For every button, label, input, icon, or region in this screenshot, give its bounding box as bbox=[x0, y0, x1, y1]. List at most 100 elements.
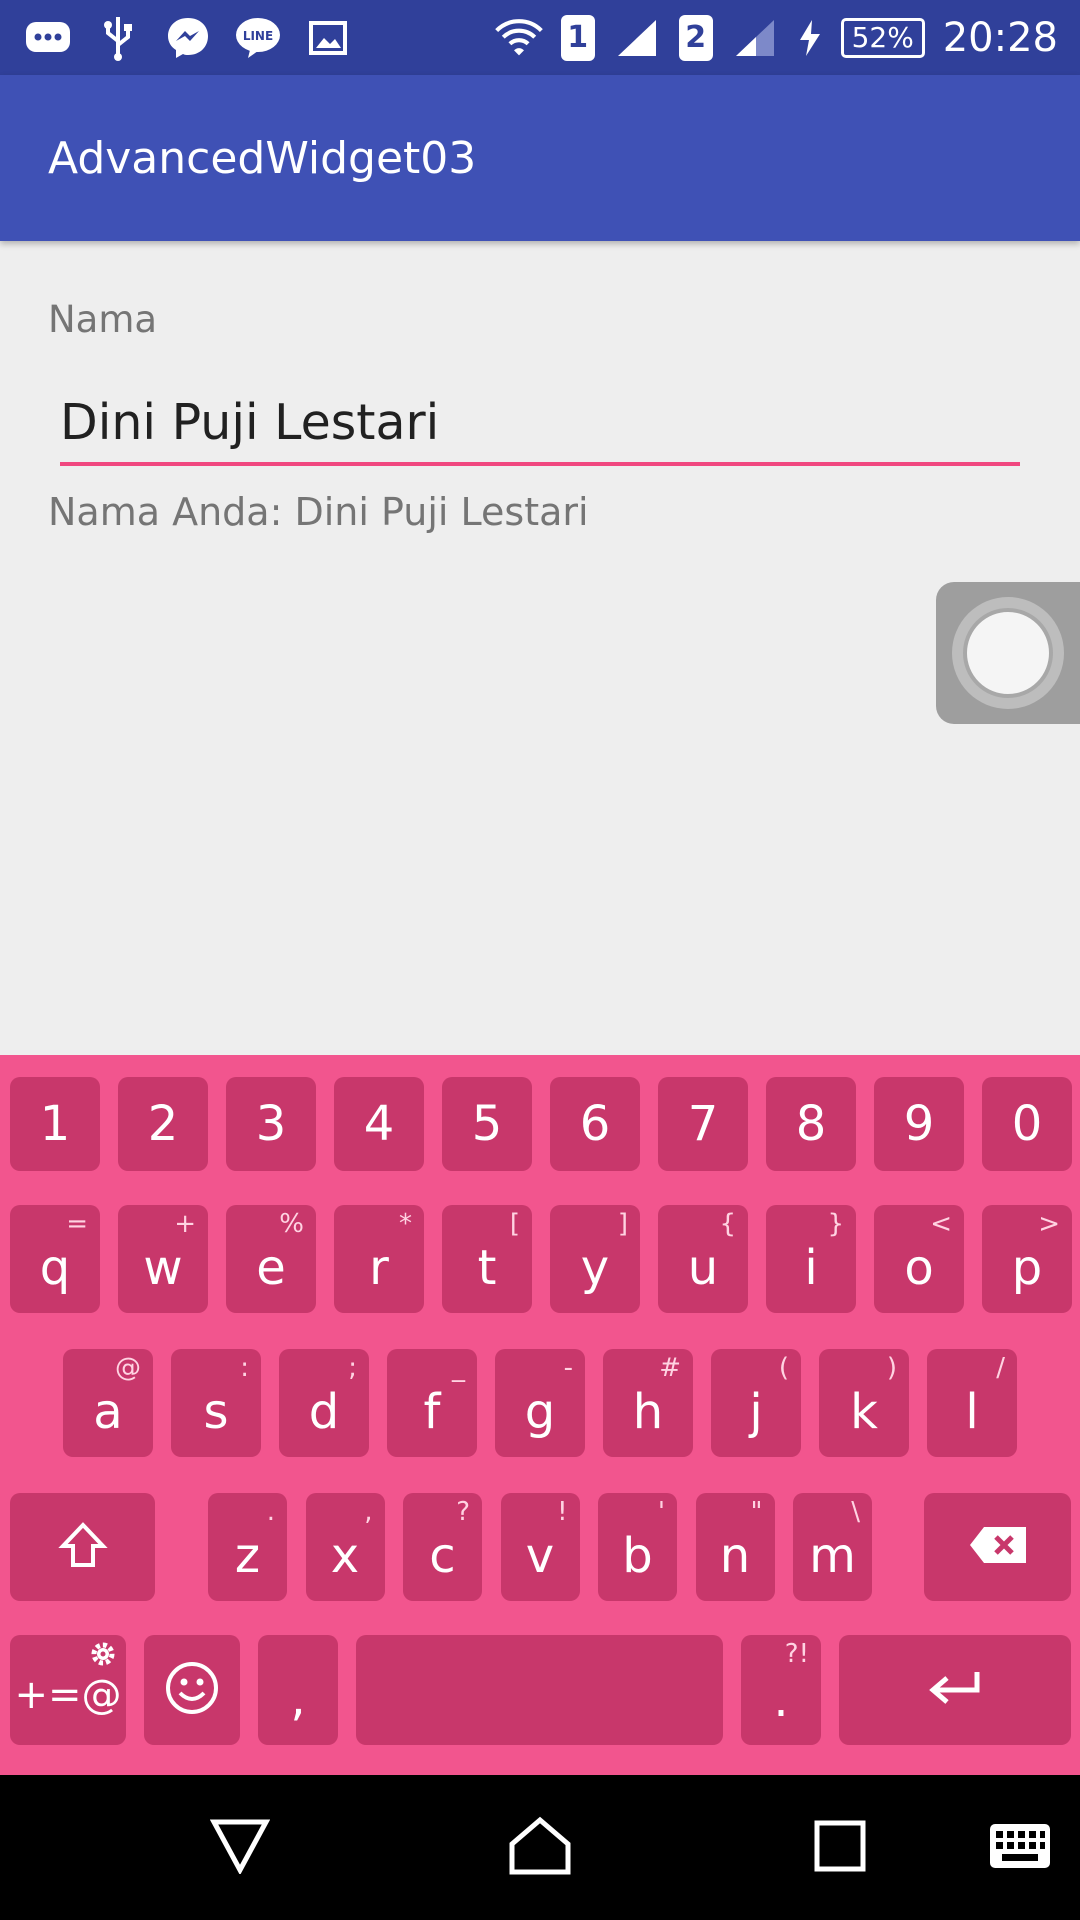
svg-text:LINE: LINE bbox=[243, 29, 273, 43]
keyboard-icon bbox=[988, 1822, 1052, 1874]
enter-key[interactable] bbox=[839, 1635, 1071, 1745]
assistive-touch-button[interactable] bbox=[936, 582, 1080, 724]
key-i[interactable]: } i bbox=[766, 1205, 856, 1313]
key-9-label: 9 bbox=[903, 1096, 935, 1152]
key-c-label: c bbox=[429, 1528, 456, 1584]
key-h[interactable]: # h bbox=[603, 1349, 693, 1457]
key-z-label: z bbox=[234, 1528, 261, 1584]
key-3[interactable]: 3 bbox=[226, 1077, 316, 1171]
key-b-label: b bbox=[622, 1528, 653, 1584]
key-1[interactable]: 1 bbox=[10, 1077, 100, 1171]
key-4[interactable]: 4 bbox=[334, 1077, 424, 1171]
usb-icon bbox=[94, 14, 142, 62]
shift-icon bbox=[57, 1520, 108, 1574]
navigation-bar bbox=[0, 1775, 1080, 1920]
keyboard-switch-button[interactable] bbox=[960, 1775, 1080, 1920]
key-l-hint: / bbox=[996, 1353, 1005, 1383]
key-p[interactable]: > p bbox=[982, 1205, 1072, 1313]
key-b-hint: ' bbox=[657, 1497, 665, 1527]
key-m-label: m bbox=[809, 1528, 856, 1584]
key-d[interactable]: ; d bbox=[279, 1349, 369, 1457]
signal-weak-icon bbox=[731, 14, 779, 62]
key-j[interactable]: (j bbox=[711, 1349, 801, 1457]
key-x-label: x bbox=[330, 1528, 360, 1584]
key-g-hint: - bbox=[563, 1353, 573, 1383]
key-v[interactable]: ! v bbox=[500, 1493, 580, 1601]
key-u-hint: { bbox=[719, 1209, 736, 1239]
enter-icon bbox=[925, 1668, 985, 1712]
key-w[interactable]: + w bbox=[118, 1205, 208, 1313]
key-p-hint: > bbox=[1038, 1209, 1060, 1239]
key-8-label: 8 bbox=[795, 1096, 827, 1152]
key-r-label: r bbox=[369, 1240, 389, 1296]
emoji-key[interactable] bbox=[144, 1635, 240, 1745]
key-q[interactable]: = q bbox=[10, 1205, 100, 1313]
key-w-hint: + bbox=[174, 1209, 196, 1239]
emoji-icon bbox=[164, 1660, 220, 1720]
shift-key[interactable] bbox=[10, 1493, 155, 1601]
key-r[interactable]: * r bbox=[334, 1205, 424, 1313]
image-icon bbox=[304, 14, 352, 62]
home-icon bbox=[508, 1816, 572, 1880]
key-o[interactable]: < o bbox=[874, 1205, 964, 1313]
chat-bubble-icon bbox=[24, 14, 72, 62]
key-t[interactable]: [t bbox=[442, 1205, 532, 1313]
key-t-label: t bbox=[477, 1240, 497, 1296]
charging-icon bbox=[797, 14, 823, 62]
key-y[interactable]: ] y bbox=[550, 1205, 640, 1313]
name-output-text: Nama Anda: Dini Puji Lestari bbox=[48, 490, 589, 534]
key-i-label: i bbox=[804, 1240, 818, 1296]
key-n[interactable]: " n bbox=[695, 1493, 775, 1601]
key-q-hint: = bbox=[66, 1209, 88, 1239]
key-a[interactable]: @ a bbox=[63, 1349, 153, 1457]
key-m[interactable]: \ m bbox=[793, 1493, 872, 1601]
status-indicators: 1 2 52% 20:28 bbox=[494, 0, 1058, 75]
key-l[interactable]: / l bbox=[927, 1349, 1017, 1457]
key-8[interactable]: 8 bbox=[766, 1077, 856, 1171]
recents-button[interactable] bbox=[780, 1775, 900, 1920]
key-z[interactable]: .z bbox=[208, 1493, 287, 1601]
comma-key[interactable]: , bbox=[258, 1635, 338, 1745]
battery-indicator: 52% bbox=[840, 17, 925, 58]
key-e-hint: % bbox=[279, 1209, 304, 1239]
key-g[interactable]: -g bbox=[495, 1349, 585, 1457]
settings-gear-icon bbox=[88, 1639, 118, 1673]
back-button[interactable] bbox=[180, 1775, 300, 1920]
key-0[interactable]: 0 bbox=[982, 1077, 1072, 1171]
period-key[interactable]: ?! . bbox=[741, 1635, 821, 1745]
key-7[interactable]: 7 bbox=[658, 1077, 748, 1171]
key-7-label: 7 bbox=[687, 1096, 719, 1152]
key-2[interactable]: 2 bbox=[118, 1077, 208, 1171]
line-icon: LINE bbox=[234, 14, 282, 62]
key-a-hint: @ bbox=[115, 1353, 141, 1383]
key-k[interactable]: ) k bbox=[819, 1349, 909, 1457]
space-key[interactable] bbox=[356, 1635, 723, 1745]
key-o-label: o bbox=[904, 1240, 934, 1296]
key-s[interactable]: :s bbox=[171, 1349, 261, 1457]
key-r-hint: * bbox=[399, 1209, 412, 1239]
home-button[interactable] bbox=[480, 1775, 600, 1920]
key-x[interactable]: ,x bbox=[305, 1493, 385, 1601]
name-input[interactable] bbox=[60, 382, 1020, 466]
backspace-key[interactable] bbox=[924, 1493, 1071, 1601]
backspace-icon bbox=[968, 1525, 1028, 1569]
key-v-hint: ! bbox=[557, 1497, 568, 1527]
key-b[interactable]: ' b bbox=[598, 1493, 677, 1601]
key-e[interactable]: % e bbox=[226, 1205, 316, 1313]
messenger-icon bbox=[164, 14, 212, 62]
key-f[interactable]: _ f bbox=[387, 1349, 477, 1457]
key-6[interactable]: 6 bbox=[550, 1077, 640, 1171]
key-h-hint: # bbox=[659, 1353, 681, 1383]
comma-key-label: , bbox=[290, 1671, 306, 1727]
key-5[interactable]: 5 bbox=[442, 1077, 532, 1171]
key-2-label: 2 bbox=[147, 1096, 179, 1152]
key-9[interactable]: 9 bbox=[874, 1077, 964, 1171]
app-bar: AdvancedWidget03 bbox=[0, 75, 1080, 241]
symbols-key[interactable]: +=@ bbox=[10, 1635, 126, 1745]
key-4-label: 4 bbox=[363, 1096, 395, 1152]
key-x-hint: , bbox=[364, 1497, 373, 1527]
key-u[interactable]: {u bbox=[658, 1205, 748, 1313]
key-i-hint: } bbox=[827, 1209, 844, 1239]
key-q-label: q bbox=[39, 1240, 71, 1296]
key-c[interactable]: ? c bbox=[403, 1493, 482, 1601]
